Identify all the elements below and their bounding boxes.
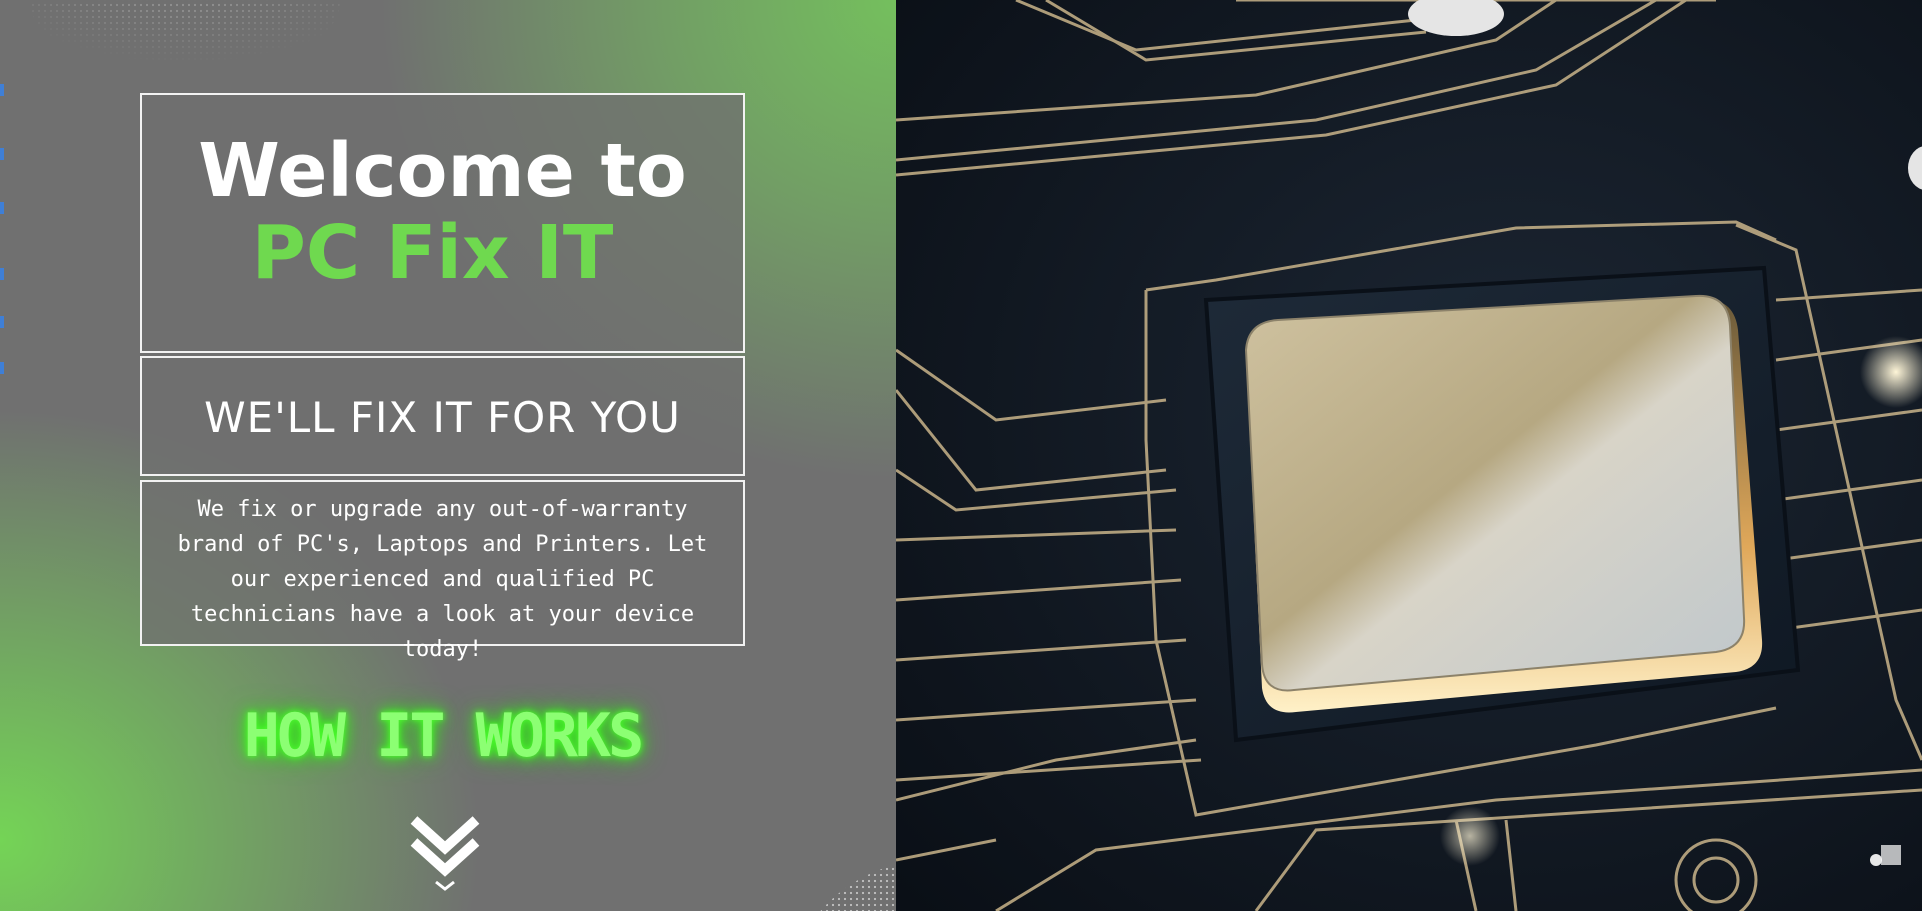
processor-chip-illustration xyxy=(896,0,1922,911)
title-box: Welcome to PC Fix IT xyxy=(140,93,745,353)
dot-pattern-decoration xyxy=(30,0,340,80)
tagline-box: WE'LL FIX IT FOR YOU xyxy=(140,356,745,476)
hero-description: We fix or upgrade any out-of-warranty br… xyxy=(177,497,708,662)
hero-title-line-2: PC Fix IT xyxy=(251,210,614,296)
circuit-board-image xyxy=(896,0,1922,911)
hero-title-line-1: Welcome to xyxy=(198,128,687,214)
dot-pattern-decoration xyxy=(820,864,896,911)
description-box: We fix or upgrade any out-of-warranty br… xyxy=(140,480,745,662)
hero-tagline: WE'LL FIX IT FOR YOU xyxy=(204,393,681,442)
edge-markers xyxy=(0,70,5,390)
how-it-works-link[interactable]: HOW IT WORKS xyxy=(140,694,745,778)
hero-panel: Welcome to PC Fix IT WE'LL FIX IT FOR YO… xyxy=(0,0,896,911)
landing-page: Welcome to PC Fix IT WE'LL FIX IT FOR YO… xyxy=(0,0,1922,911)
double-chevron-down-icon[interactable] xyxy=(408,812,482,892)
